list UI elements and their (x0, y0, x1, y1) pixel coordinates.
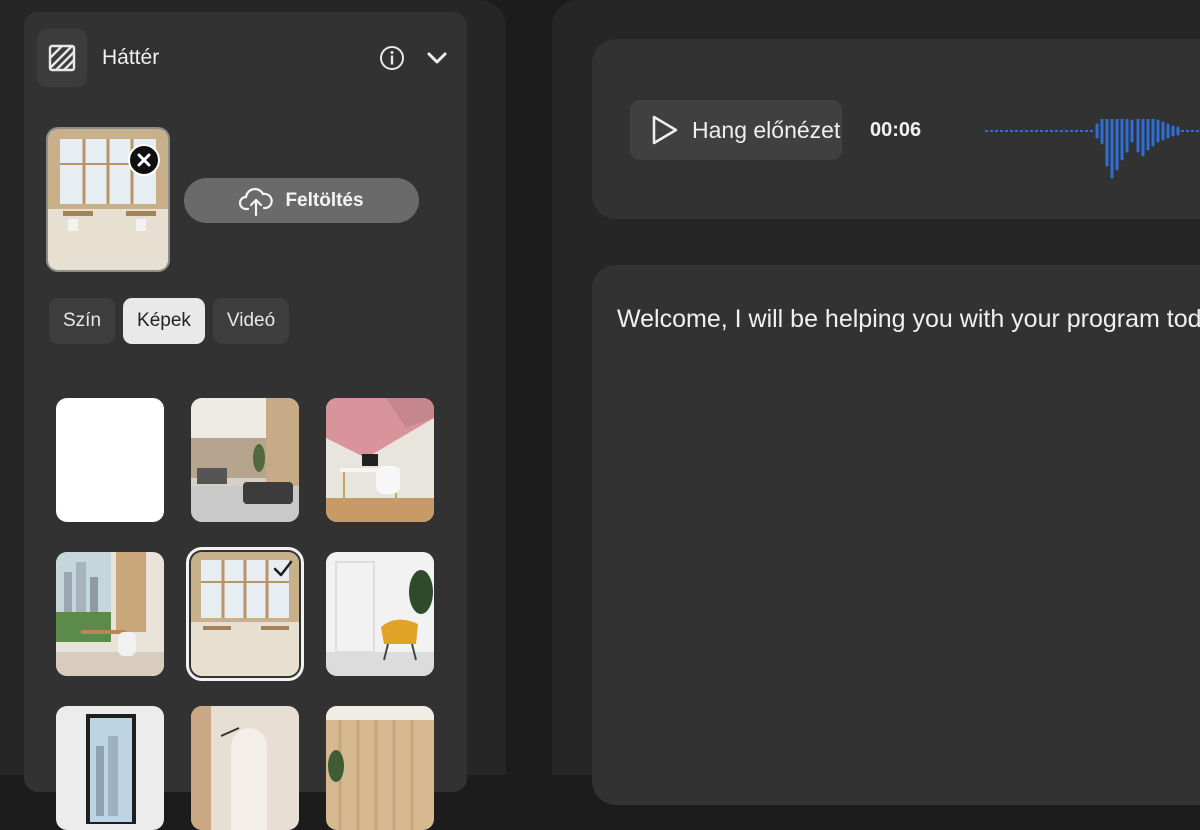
background-pattern-icon (37, 29, 87, 87)
audio-waveform[interactable] (985, 119, 1200, 219)
audio-preview-label: Hang előnézet (692, 116, 841, 143)
audio-preview-card: Hang előnézet 00:06 (592, 39, 1200, 219)
left-sidebar-area: Háttér Feltöltés Szín Képek Videó (0, 0, 506, 830)
cloud-upload-icon (239, 187, 274, 216)
main-editor-area: Hang előnézet 00:06 Welcome, I will be h… (552, 0, 1200, 805)
info-icon[interactable] (379, 45, 405, 71)
upload-label: Feltöltés (285, 189, 364, 211)
thumbnail-window-room[interactable] (56, 706, 164, 830)
thumbnail-yellow-chair[interactable] (326, 552, 434, 676)
tab-video[interactable]: Videó (212, 298, 290, 344)
close-icon (137, 153, 151, 167)
panel-title: Háttér (102, 46, 160, 69)
thumbnail-city-office[interactable] (56, 552, 164, 676)
upload-button[interactable]: Feltöltés (184, 178, 419, 223)
chevron-down-icon[interactable] (426, 48, 448, 68)
audio-preview-button[interactable]: Hang előnézet (630, 100, 842, 160)
tab-color[interactable]: Szín (49, 298, 116, 344)
tab-images[interactable]: Képek (123, 298, 205, 344)
thumbnail-wood-wall[interactable] (326, 706, 434, 830)
thumbnail-arch-room[interactable] (191, 706, 299, 830)
remove-background-button[interactable] (128, 144, 160, 176)
thumbnail-white[interactable] (56, 398, 164, 522)
background-type-tabs: Szín Képek Videó (49, 298, 290, 344)
check-icon (273, 560, 293, 577)
background-panel: Háttér Feltöltés Szín Képek Videó (24, 12, 467, 830)
panel-header[interactable]: Háttér (24, 12, 467, 104)
thumbnail-bright-office[interactable] (186, 547, 304, 681)
thumbnail-pink-desk[interactable] (326, 398, 434, 522)
script-text[interactable]: Welcome, I will be helping you with your… (617, 305, 1200, 334)
thumbnail-office-lounge[interactable] (191, 398, 299, 522)
script-editor[interactable]: Welcome, I will be helping you with your… (592, 265, 1200, 805)
play-icon (652, 115, 678, 145)
audio-duration: 00:06 (870, 119, 922, 141)
